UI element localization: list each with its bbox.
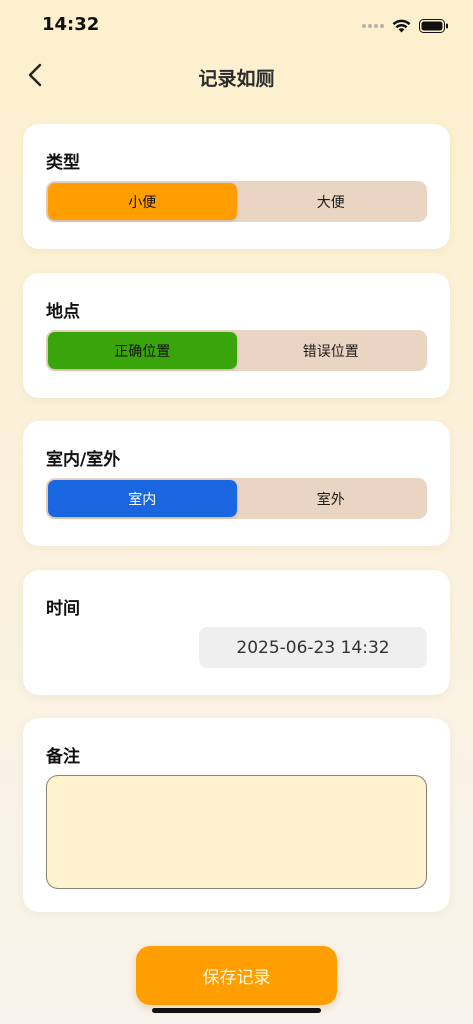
location-option-wrong[interactable]: 错误位置	[237, 332, 426, 369]
status-time: 14:32	[42, 14, 100, 35]
navigation-bar: 记录如厕	[0, 50, 473, 102]
location-segmented-control: 正确位置 错误位置	[46, 330, 427, 371]
type-option-urine[interactable]: 小便	[48, 183, 237, 220]
status-icons	[362, 16, 449, 36]
option-outdoor[interactable]: 室外	[237, 480, 426, 517]
notes-input[interactable]	[46, 775, 427, 889]
option-indoor[interactable]: 室内	[48, 480, 237, 517]
datetime-picker[interactable]: 2025-06-23 14:32	[199, 627, 427, 668]
location-card: 地点 正确位置 错误位置	[23, 273, 450, 398]
type-segmented-control: 小便 大便	[46, 181, 427, 222]
type-card: 类型 小便 大便	[23, 124, 450, 249]
wifi-icon	[392, 19, 411, 33]
type-option-stool[interactable]: 大便	[237, 183, 426, 220]
status-bar: 14:32	[0, 0, 473, 50]
type-label: 类型	[46, 153, 80, 173]
indoor-outdoor-label: 室内/室外	[46, 450, 121, 470]
cellular-signal-icon	[362, 24, 384, 28]
time-card: 时间 2025-06-23 14:32	[23, 570, 450, 695]
notes-label: 备注	[46, 747, 80, 767]
battery-icon	[419, 19, 448, 33]
location-label: 地点	[46, 302, 80, 322]
location-option-correct[interactable]: 正确位置	[48, 332, 237, 369]
indoor-outdoor-segmented-control: 室内 室外	[46, 478, 427, 519]
notes-card: 备注	[23, 718, 450, 912]
save-record-button[interactable]: 保存记录	[136, 946, 337, 1005]
time-label: 时间	[46, 599, 80, 619]
home-indicator	[152, 1008, 321, 1013]
indoor-outdoor-card: 室内/室外 室内 室外	[23, 421, 450, 546]
page-title: 记录如厕	[198, 68, 275, 90]
